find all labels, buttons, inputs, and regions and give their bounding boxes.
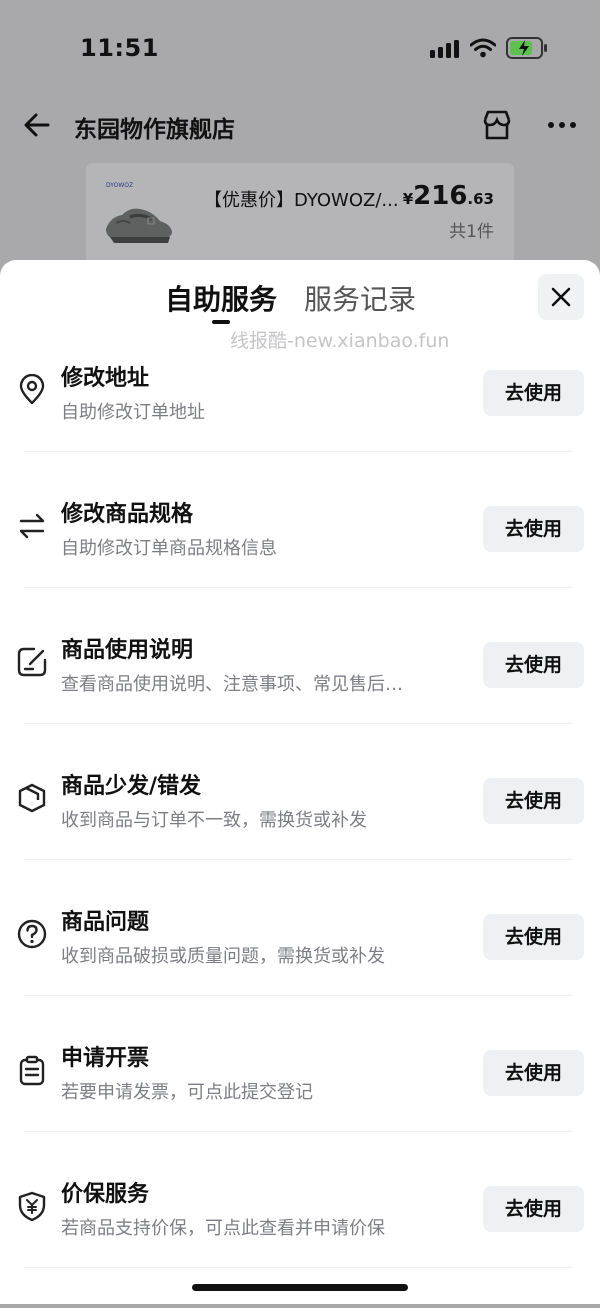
back-arrow-icon[interactable] [22, 110, 52, 140]
product-name: 【优惠价】DYOWOZ/... [204, 190, 399, 211]
use-button[interactable]: 去使用 [483, 1050, 584, 1096]
service-description: 查看商品使用说明、注意事项、常见售后… [61, 674, 403, 695]
close-icon [551, 287, 571, 307]
shop-title[interactable]: 东园物作旗舰店 [74, 110, 235, 144]
invoice-clipboard-icon [19, 1055, 45, 1086]
battery-icon [506, 37, 547, 59]
service-list: 修改地址 自助修改订单地址 去使用 修改商品规格 自助修改订单商品规格信息 去使… [0, 356, 600, 1308]
service-description: 若商品支持价保，可点此查看并申请价保 [61, 1218, 385, 1239]
use-button[interactable]: 去使用 [483, 642, 584, 688]
service-description: 自助修改订单地址 [61, 402, 205, 423]
divider [24, 995, 572, 996]
divider [24, 723, 572, 724]
service-description: 自助修改订单商品规格信息 [61, 538, 277, 559]
active-tab-indicator [212, 320, 230, 324]
service-item-invoice[interactable]: 申请开票 若要申请发票，可点此提交登记 去使用 [0, 1036, 600, 1172]
service-description: 收到商品与订单不一致，需换货或补发 [61, 810, 367, 831]
service-title: 价保服务 [61, 1182, 150, 1207]
status-bar: 11:51 [0, 0, 600, 96]
service-item-usage-guide[interactable]: 商品使用说明 查看商品使用说明、注意事项、常见售后… 去使用 [0, 628, 600, 764]
question-circle-icon [17, 919, 47, 949]
product-price: ¥216.63 [403, 181, 494, 211]
divider [24, 1131, 572, 1132]
edit-note-icon [17, 647, 47, 677]
use-button[interactable]: 去使用 [483, 370, 584, 416]
price-currency: ¥ [402, 190, 414, 208]
home-indicator[interactable] [192, 1284, 408, 1291]
use-button[interactable]: 去使用 [483, 506, 584, 552]
product-image-brand: DYOWOZ [106, 182, 133, 189]
product-quantity: 共1件 [449, 222, 494, 242]
divider [24, 859, 572, 860]
close-button[interactable] [538, 274, 584, 320]
product-shoe-image: DYOWOZ [106, 182, 172, 243]
service-title: 修改地址 [61, 366, 150, 391]
divider [24, 1267, 572, 1268]
tab-self-service[interactable]: 自助服务 [165, 278, 277, 318]
price-integer: 216 [413, 181, 468, 211]
use-button[interactable]: 去使用 [483, 778, 584, 824]
more-icon[interactable] [546, 114, 578, 136]
use-button[interactable]: 去使用 [483, 1186, 584, 1232]
service-title: 申请开票 [61, 1046, 150, 1071]
tab-service-records[interactable]: 服务记录 [304, 278, 416, 318]
cellular-signal-icon [430, 40, 459, 58]
service-title: 商品少发/错发 [61, 774, 202, 799]
status-time: 11:51 [80, 34, 159, 62]
watermark-text: 线报酷-new.xianbao.fun [230, 330, 450, 352]
service-item-modify-address[interactable]: 修改地址 自助修改订单地址 去使用 [0, 356, 600, 492]
service-item-product-issue[interactable]: 商品问题 收到商品破损或质量问题，需换货或补发 去使用 [0, 900, 600, 1036]
service-title: 商品问题 [61, 910, 150, 935]
service-description: 若要申请发票，可点此提交登记 [61, 1082, 313, 1103]
self-service-sheet: 自助服务 服务记录 线报酷-new.xianbao.fun 修改地址 自助修改订… [0, 260, 600, 1304]
product-card[interactable]: DYOWOZ 【优惠价】DYOWOZ/... ¥216.63 共1件 [86, 163, 514, 273]
wifi-icon [470, 38, 496, 58]
divider [24, 587, 572, 588]
service-description: 收到商品破损或质量问题，需换货或补发 [61, 946, 385, 967]
service-title: 商品使用说明 [61, 638, 194, 663]
navigation-bar: 东园物作旗舰店 [0, 96, 600, 158]
package-icon [18, 783, 46, 813]
service-title: 修改商品规格 [61, 502, 194, 527]
use-button[interactable]: 去使用 [483, 914, 584, 960]
location-pin-icon [19, 374, 45, 405]
divider [24, 451, 572, 452]
service-item-missing-wrong[interactable]: 商品少发/错发 收到商品与订单不一致，需换货或补发 去使用 [0, 764, 600, 900]
service-item-modify-spec[interactable]: 修改商品规格 自助修改订单商品规格信息 去使用 [0, 492, 600, 628]
store-icon[interactable] [480, 108, 514, 142]
swap-arrows-icon [19, 513, 45, 539]
price-decimal: .63 [467, 190, 494, 208]
price-protect-shield-icon [18, 1191, 46, 1222]
